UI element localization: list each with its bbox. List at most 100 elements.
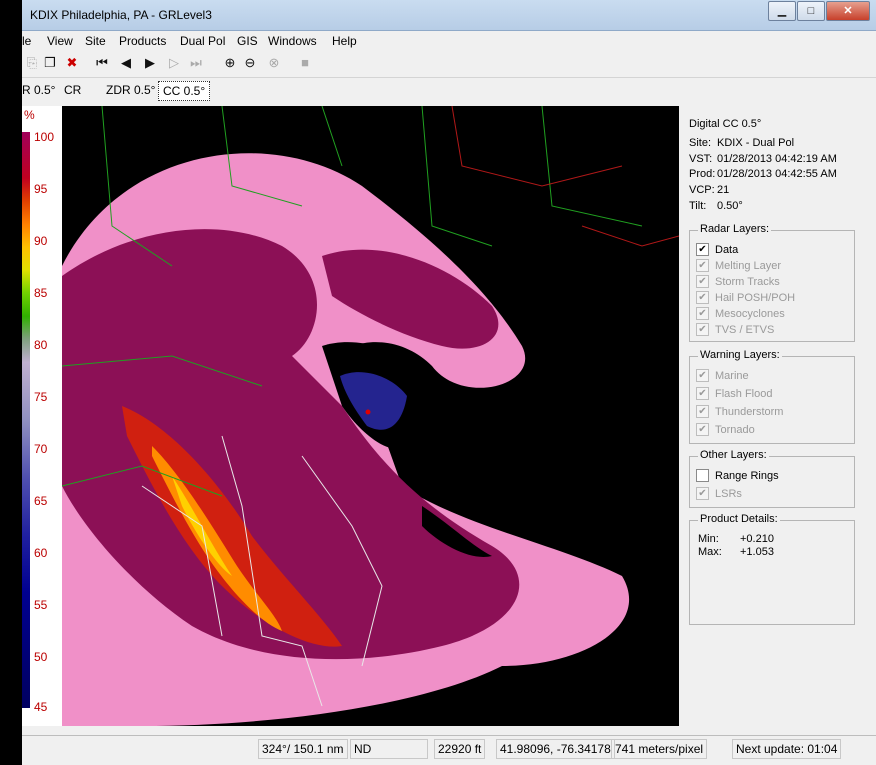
vcp-value: 21 xyxy=(717,184,730,196)
next-frame-icon[interactable]: ▷ xyxy=(166,55,182,71)
stop-icon[interactable]: ■ xyxy=(297,55,313,71)
menu-site[interactable]: Site xyxy=(85,34,106,48)
tab-zdr[interactable]: ZDR 0.5° xyxy=(102,81,159,99)
checkbox-checked-icon[interactable]: ✔ xyxy=(696,487,709,500)
layer-label: Mesocyclones xyxy=(715,307,785,320)
layer-storm-tracks[interactable]: ✔ Storm Tracks xyxy=(696,275,780,288)
checkbox-checked-icon[interactable]: ✔ xyxy=(696,323,709,336)
layer-melting[interactable]: ✔ Melting Layer xyxy=(696,259,781,272)
scale-tick: 85 xyxy=(34,286,48,300)
layer-range-rings[interactable]: Range Rings xyxy=(696,469,779,482)
menu-bar: le View Site Products Dual Pol GIS Windo… xyxy=(22,31,876,51)
app-window: KDIX Philadelphia, PA - GRLevel3 ▁ □ ✕ l… xyxy=(22,0,876,765)
radar-layers-group: Radar Layers: ✔ Data ✔ Melting Layer ✔ Stor… xyxy=(689,223,855,342)
warning-layers-title: Warning Layers: xyxy=(698,349,782,361)
menu-view[interactable]: View xyxy=(47,34,73,48)
zoom-in-icon[interactable]: ⊕ xyxy=(222,55,238,71)
window-title: KDIX Philadelphia, PA - GRLevel3 xyxy=(30,8,212,22)
site-value: KDIX - Dual Pol xyxy=(717,137,795,149)
tab-cc[interactable]: CC 0.5° xyxy=(158,81,211,101)
prev-frame-icon[interactable]: ◀ xyxy=(118,55,134,71)
max-value: +1.053 xyxy=(740,546,774,558)
vcp-label: VCP: xyxy=(689,184,715,196)
minimize-button[interactable]: ▁ xyxy=(768,1,796,21)
warning-layers-group: Warning Layers: ✔ Marine ✔ Flash Flood ✔ Th… xyxy=(689,349,855,444)
color-scale-bar xyxy=(22,132,30,708)
radar-image xyxy=(22,106,679,726)
other-layers-group: Other Layers: Range Rings ✔ LSRs xyxy=(689,449,855,508)
menu-gis[interactable]: GIS xyxy=(237,34,258,48)
layer-label: Flash Flood xyxy=(715,387,773,400)
menu-file[interactable]: le xyxy=(22,34,31,48)
layer-label: Thunderstorm xyxy=(715,405,784,418)
site-label: Site: xyxy=(689,137,712,149)
window-controls: ▁ □ ✕ xyxy=(767,1,870,21)
checkbox-checked-icon[interactable]: ✔ xyxy=(696,423,709,436)
layer-flash-flood[interactable]: ✔ Flash Flood xyxy=(696,387,772,400)
max-label: Max: xyxy=(698,546,722,558)
layer-label: Data xyxy=(715,243,739,256)
first-frame-icon[interactable]: ⏮ xyxy=(94,55,110,71)
checkbox-checked-icon[interactable]: ✔ xyxy=(696,369,709,382)
layer-thunderstorm[interactable]: ✔ Thunderstorm xyxy=(696,405,783,418)
layer-label: Storm Tracks xyxy=(715,275,780,288)
min-value: +0.210 xyxy=(740,533,774,545)
layer-label: Melting Layer xyxy=(715,259,782,272)
layer-label: Hail POSH/POH xyxy=(715,291,796,304)
vst-value: 01/28/2013 04:42:19 AM xyxy=(717,153,837,165)
status-height: 22920 ft xyxy=(434,739,486,759)
prod-value: 01/28/2013 04:42:55 AM xyxy=(717,168,837,180)
status-resolution: 741 meters/pixel xyxy=(611,739,708,759)
checkbox-checked-icon[interactable]: ✔ xyxy=(696,405,709,418)
status-value: ND xyxy=(350,739,428,759)
layer-label: LSRs xyxy=(715,487,742,500)
tab-cr[interactable]: CR xyxy=(60,81,85,99)
product-details-group: Product Details: Min: +0.210 Max: +1.053 xyxy=(689,513,855,625)
scale-tick: 100 xyxy=(34,130,55,144)
scale-tick: 90 xyxy=(34,234,48,248)
scale-tick: 95 xyxy=(34,182,48,196)
layer-label: Tornado xyxy=(715,423,755,436)
layer-data[interactable]: ✔ Data xyxy=(696,243,738,256)
product-details-title: Product Details: xyxy=(698,513,780,525)
layer-tvs[interactable]: ✔ TVS / ETVS xyxy=(696,323,774,336)
layer-hail[interactable]: ✔ Hail POSH/POH xyxy=(696,291,795,304)
menu-help[interactable]: Help xyxy=(332,34,357,48)
scale-tick: 65 xyxy=(34,494,48,508)
layer-lsrs[interactable]: ✔ LSRs xyxy=(696,487,742,500)
tilt-value: 0.50° xyxy=(717,200,743,212)
last-frame-icon[interactable]: ⏭ xyxy=(188,55,204,71)
scale-unit-label: % xyxy=(24,108,35,122)
checkbox-checked-icon[interactable]: ✔ xyxy=(696,291,709,304)
delete-icon[interactable]: ✖ xyxy=(64,55,80,71)
close-button[interactable]: ✕ xyxy=(826,1,870,21)
maximize-button[interactable]: □ xyxy=(797,1,825,21)
radar-layers-title: Radar Layers: xyxy=(698,223,772,235)
title-bar[interactable]: KDIX Philadelphia, PA - GRLevel3 ▁ □ ✕ xyxy=(22,0,876,31)
product-tabs: R 0.5° CR ZDR 0.5° CC 0.5° xyxy=(22,79,876,101)
checkbox-checked-icon[interactable]: ✔ xyxy=(696,275,709,288)
tab-r[interactable]: R 0.5° xyxy=(18,81,59,99)
radar-display[interactable]: % 100 95 90 85 80 75 70 65 60 55 50 45 xyxy=(22,106,679,726)
layer-mesocyclones[interactable]: ✔ Mesocyclones xyxy=(696,307,785,320)
checkbox-checked-icon[interactable]: ✔ xyxy=(696,307,709,320)
checkbox-checked-icon[interactable]: ✔ xyxy=(696,387,709,400)
zoom-reset-icon[interactable]: ⊗ xyxy=(266,55,282,71)
min-label: Min: xyxy=(698,533,719,545)
status-azimuth: 324°/ 150.1 nm xyxy=(258,739,348,759)
prod-label: Prod: xyxy=(689,168,716,180)
copy-icon[interactable]: ⎘ xyxy=(24,55,40,71)
paste-icon[interactable]: ❐ xyxy=(42,55,58,71)
menu-dual-pol[interactable]: Dual Pol xyxy=(180,34,225,48)
checkbox-checked-icon[interactable]: ✔ xyxy=(696,259,709,272)
menu-windows[interactable]: Windows xyxy=(268,34,317,48)
play-icon[interactable]: ▶ xyxy=(142,55,158,71)
layer-tornado[interactable]: ✔ Tornado xyxy=(696,423,755,436)
layer-marine[interactable]: ✔ Marine xyxy=(696,369,749,382)
checkbox-unchecked-icon[interactable] xyxy=(696,469,709,482)
zoom-out-icon[interactable]: ⊖ xyxy=(242,55,258,71)
tilt-label: Tilt: xyxy=(689,200,707,212)
menu-products[interactable]: Products xyxy=(119,34,166,48)
checkbox-checked-icon[interactable]: ✔ xyxy=(696,243,709,256)
scale-tick: 75 xyxy=(34,390,48,404)
